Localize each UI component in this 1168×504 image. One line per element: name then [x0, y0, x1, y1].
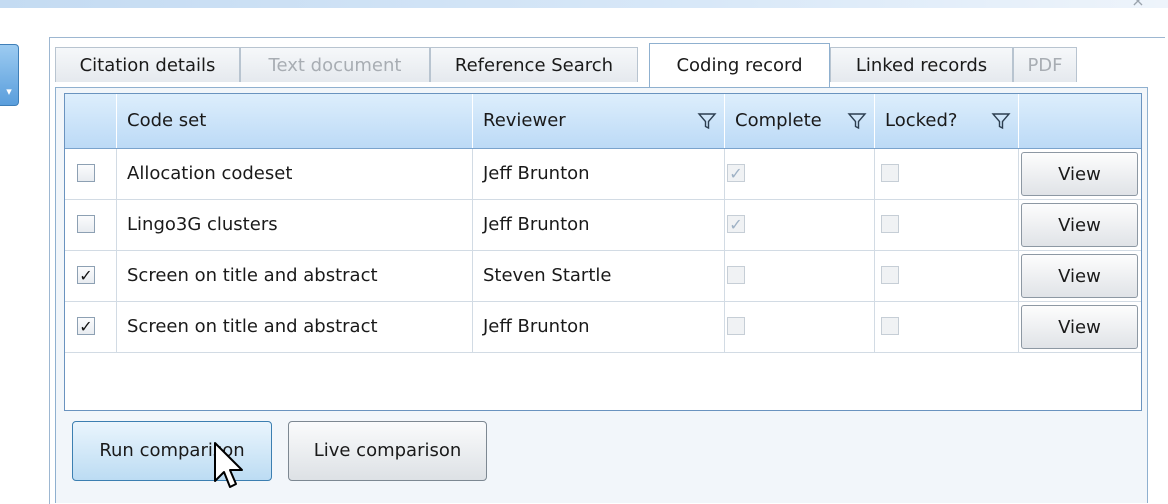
- filter-icon[interactable]: [991, 111, 1011, 131]
- table-row[interactable]: ✓ Screen on title and abstract Steven St…: [65, 251, 1141, 302]
- complete-checkbox: [727, 317, 745, 335]
- row-select-cell: ✓: [65, 302, 117, 352]
- tab-reference-search[interactable]: Reference Search: [430, 47, 638, 82]
- complete-checkbox: [727, 266, 745, 284]
- row-select-checkbox[interactable]: ✓: [77, 317, 95, 335]
- complete-cell: [725, 302, 875, 352]
- tab-text-document: Text document: [240, 47, 430, 82]
- window-title-bar: [0, 0, 1168, 8]
- mouse-pointer-icon: [214, 442, 243, 488]
- row-select-cell: [65, 149, 117, 199]
- expand-arrow-icon: ▾: [6, 85, 12, 98]
- view-button[interactable]: View: [1021, 305, 1138, 349]
- reviewer-cell: Jeff Brunton: [473, 302, 725, 352]
- locked-cell: [875, 149, 1019, 199]
- reviewer-cell: Jeff Brunton: [473, 200, 725, 250]
- column-header-reviewer[interactable]: Reviewer: [473, 94, 725, 148]
- row-select-cell: ✓: [65, 251, 117, 301]
- locked-checkbox: [881, 317, 899, 335]
- table-row[interactable]: ✓ Screen on title and abstract Jeff Brun…: [65, 302, 1141, 353]
- table-row[interactable]: Allocation codeset Jeff Brunton ✓ View: [65, 149, 1141, 200]
- column-header-reviewer-label: Reviewer: [483, 110, 566, 131]
- complete-cell: ✓: [725, 149, 875, 199]
- locked-checkbox: [881, 164, 899, 182]
- view-button[interactable]: View: [1021, 152, 1138, 196]
- reviewer-cell: Jeff Brunton: [473, 149, 725, 199]
- code-set-cell: Screen on title and abstract: [117, 302, 473, 352]
- complete-cell: [725, 251, 875, 301]
- locked-checkbox: [881, 215, 899, 233]
- column-header-code-set[interactable]: Code set: [117, 94, 473, 148]
- live-comparison-button[interactable]: Live comparison: [288, 421, 487, 481]
- tab-coding-record[interactable]: Coding record: [649, 43, 830, 87]
- select-column-header: [65, 94, 117, 148]
- coding-record-grid: Code set Reviewer Complete Locked? Alloc…: [64, 93, 1142, 411]
- side-expander-button[interactable]: ▾: [0, 44, 19, 106]
- action-column-header: [1019, 94, 1141, 148]
- filter-icon[interactable]: [847, 111, 867, 131]
- view-button[interactable]: View: [1021, 203, 1138, 247]
- tab-pdf: PDF: [1013, 47, 1077, 82]
- reviewer-cell: Steven Startle: [473, 251, 725, 301]
- locked-checkbox: [881, 266, 899, 284]
- row-select-checkbox[interactable]: ✓: [77, 266, 95, 284]
- row-select-checkbox[interactable]: [77, 164, 95, 182]
- column-header-locked-label: Locked?: [885, 110, 958, 131]
- locked-cell: [875, 200, 1019, 250]
- filter-icon[interactable]: [697, 111, 717, 131]
- column-header-complete[interactable]: Complete: [725, 94, 875, 148]
- code-set-cell: Allocation codeset: [117, 149, 473, 199]
- column-header-complete-label: Complete: [735, 110, 822, 131]
- row-select-checkbox[interactable]: [77, 215, 95, 233]
- complete-checkbox: ✓: [727, 215, 745, 233]
- complete-checkbox: ✓: [727, 164, 745, 182]
- locked-cell: [875, 302, 1019, 352]
- close-icon[interactable]: ×: [1128, 0, 1148, 9]
- grid-header: Code set Reviewer Complete Locked?: [65, 94, 1141, 149]
- row-select-cell: [65, 200, 117, 250]
- code-set-cell: Lingo3G clusters: [117, 200, 473, 250]
- tab-linked-records[interactable]: Linked records: [830, 47, 1013, 82]
- view-button[interactable]: View: [1021, 254, 1138, 298]
- locked-cell: [875, 251, 1019, 301]
- tab-citation-details[interactable]: Citation details: [55, 47, 240, 82]
- complete-cell: ✓: [725, 200, 875, 250]
- code-set-cell: Screen on title and abstract: [117, 251, 473, 301]
- table-row[interactable]: Lingo3G clusters Jeff Brunton ✓ View: [65, 200, 1141, 251]
- column-header-locked[interactable]: Locked?: [875, 94, 1019, 148]
